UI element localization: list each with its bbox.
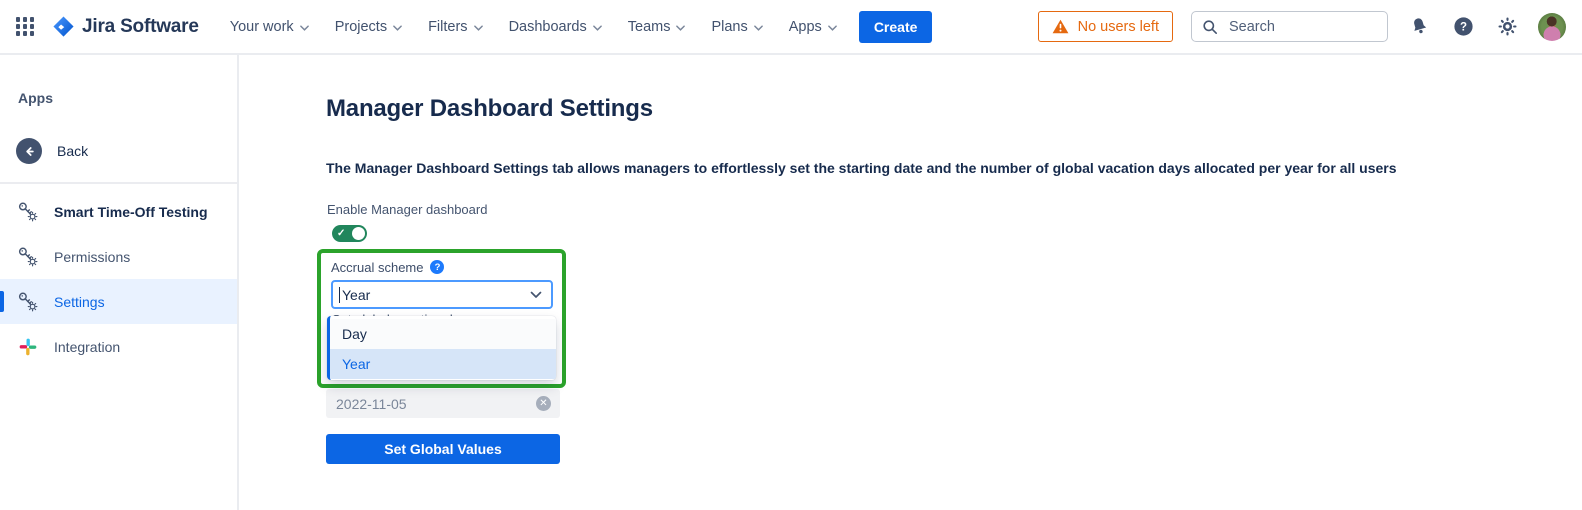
nav-apps[interactable]: Apps: [776, 0, 850, 54]
key-gear-icon: [16, 290, 39, 313]
accrual-scheme-select[interactable]: Year: [331, 280, 553, 309]
search-icon: [1202, 19, 1218, 35]
check-icon: ✓: [337, 229, 345, 239]
user-avatar[interactable]: [1538, 13, 1566, 41]
sidebar-back-button[interactable]: Back: [0, 137, 237, 165]
create-button[interactable]: Create: [859, 11, 933, 43]
chevron-down-icon: [474, 19, 483, 35]
select-value: Year: [342, 287, 370, 303]
nav-dashboards[interactable]: Dashboards: [496, 0, 615, 54]
annotation-highlight-box: Accrual scheme ? Year Set global vacatio…: [317, 249, 566, 388]
accrual-scheme-label: Accrual scheme: [331, 260, 423, 275]
dropdown-option-year[interactable]: Year: [330, 349, 556, 379]
search-box: [1191, 11, 1388, 42]
warning-triangle-icon: [1052, 19, 1069, 34]
key-gear-icon: [16, 200, 39, 223]
accrual-dropdown-menu: Day Year: [327, 316, 556, 380]
nav-projects[interactable]: Projects: [322, 0, 415, 54]
help-circle-icon[interactable]: ?: [430, 260, 444, 274]
clear-date-icon[interactable]: ✕: [536, 396, 551, 411]
nav-plans[interactable]: Plans: [698, 0, 775, 54]
enable-dashboard-toggle[interactable]: ✓: [332, 225, 367, 242]
sidebar-item-smart-time-off-testing[interactable]: Smart Time-Off Testing: [0, 189, 237, 234]
sidebar-heading: Apps: [0, 90, 237, 106]
top-navigation-bar: Jira Software Your work Projects Filters…: [0, 0, 1582, 55]
main-content: Manager Dashboard Settings The Manager D…: [239, 55, 1582, 510]
page-description: The Manager Dashboard Settings tab allow…: [326, 160, 1397, 176]
text-caret: [339, 287, 340, 303]
start-date-value: 2022-11-05: [336, 396, 407, 412]
chevron-down-icon: [828, 19, 837, 35]
key-gear-icon: [16, 245, 39, 268]
dropdown-option-day[interactable]: Day: [330, 319, 556, 349]
help-icon[interactable]: ?: [1450, 14, 1476, 40]
search-input[interactable]: [1227, 18, 1377, 36]
nav-filters[interactable]: Filters: [415, 0, 495, 54]
nav-right-section: No users left ?: [1038, 11, 1566, 42]
nav-teams[interactable]: Teams: [615, 0, 699, 54]
chevron-down-icon: [393, 19, 402, 35]
sidebar: Apps Back Smart Time-Off Testing: [0, 55, 239, 510]
primary-nav: Your work Projects Filters Dashboards Te…: [217, 0, 850, 54]
nav-your-work[interactable]: Your work: [217, 0, 322, 54]
svg-text:?: ?: [1459, 22, 1466, 34]
notifications-bell-icon[interactable]: [1406, 14, 1432, 40]
chevron-down-icon: [593, 19, 602, 35]
page-title: Manager Dashboard Settings: [326, 95, 653, 123]
jira-logo-icon: [52, 15, 75, 38]
sidebar-item-settings[interactable]: Settings: [0, 279, 237, 324]
product-name: Jira Software: [82, 16, 199, 38]
jira-brand[interactable]: Jira Software: [52, 15, 199, 38]
chevron-down-icon: [754, 19, 763, 35]
chevron-down-icon: [530, 291, 542, 299]
back-arrow-icon: [16, 138, 42, 164]
chevron-down-icon: [300, 19, 309, 35]
chevron-down-icon: [676, 19, 685, 35]
sidebar-item-integration[interactable]: Integration: [0, 324, 237, 369]
sidebar-divider: [0, 182, 237, 184]
set-global-values-button[interactable]: Set Global Values: [326, 434, 560, 464]
slack-icon: [16, 337, 39, 357]
no-users-left-button[interactable]: No users left: [1038, 11, 1173, 42]
app-switcher-icon[interactable]: [14, 16, 36, 38]
sidebar-item-permissions[interactable]: Permissions: [0, 234, 237, 279]
start-date-field[interactable]: 2022-11-05 ✕: [326, 389, 560, 418]
enable-dashboard-label: Enable Manager dashboard: [327, 202, 487, 217]
toggle-knob: [352, 227, 365, 240]
settings-gear-icon[interactable]: [1494, 14, 1520, 40]
